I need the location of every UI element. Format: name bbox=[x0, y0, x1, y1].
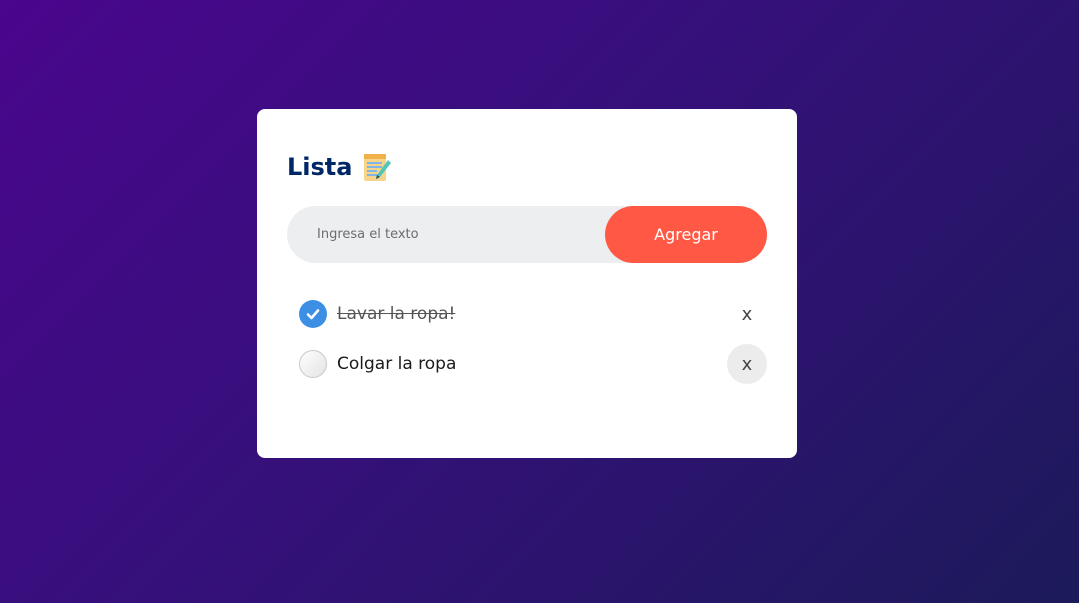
add-task-row: Agregar bbox=[287, 206, 767, 263]
delete-button[interactable]: x bbox=[727, 294, 767, 334]
task-input[interactable] bbox=[287, 206, 605, 263]
todo-card: Lista Agregar Lavar la ropa bbox=[257, 109, 797, 458]
notepad-icon bbox=[362, 151, 392, 183]
delete-button[interactable]: x bbox=[727, 344, 767, 384]
app-title: Lista bbox=[287, 153, 353, 181]
list-item[interactable]: Lavar la ropa! x bbox=[287, 289, 767, 339]
title-row: Lista bbox=[287, 151, 392, 183]
add-button[interactable]: Agregar bbox=[605, 206, 767, 263]
checked-icon[interactable] bbox=[299, 300, 327, 328]
task-list: Lavar la ropa! x Colgar la ropa x bbox=[287, 289, 767, 389]
task-text: Lavar la ropa! bbox=[337, 304, 456, 324]
list-item[interactable]: Colgar la ropa x bbox=[287, 339, 767, 389]
unchecked-icon[interactable] bbox=[299, 350, 327, 378]
task-text: Colgar la ropa bbox=[337, 354, 457, 374]
